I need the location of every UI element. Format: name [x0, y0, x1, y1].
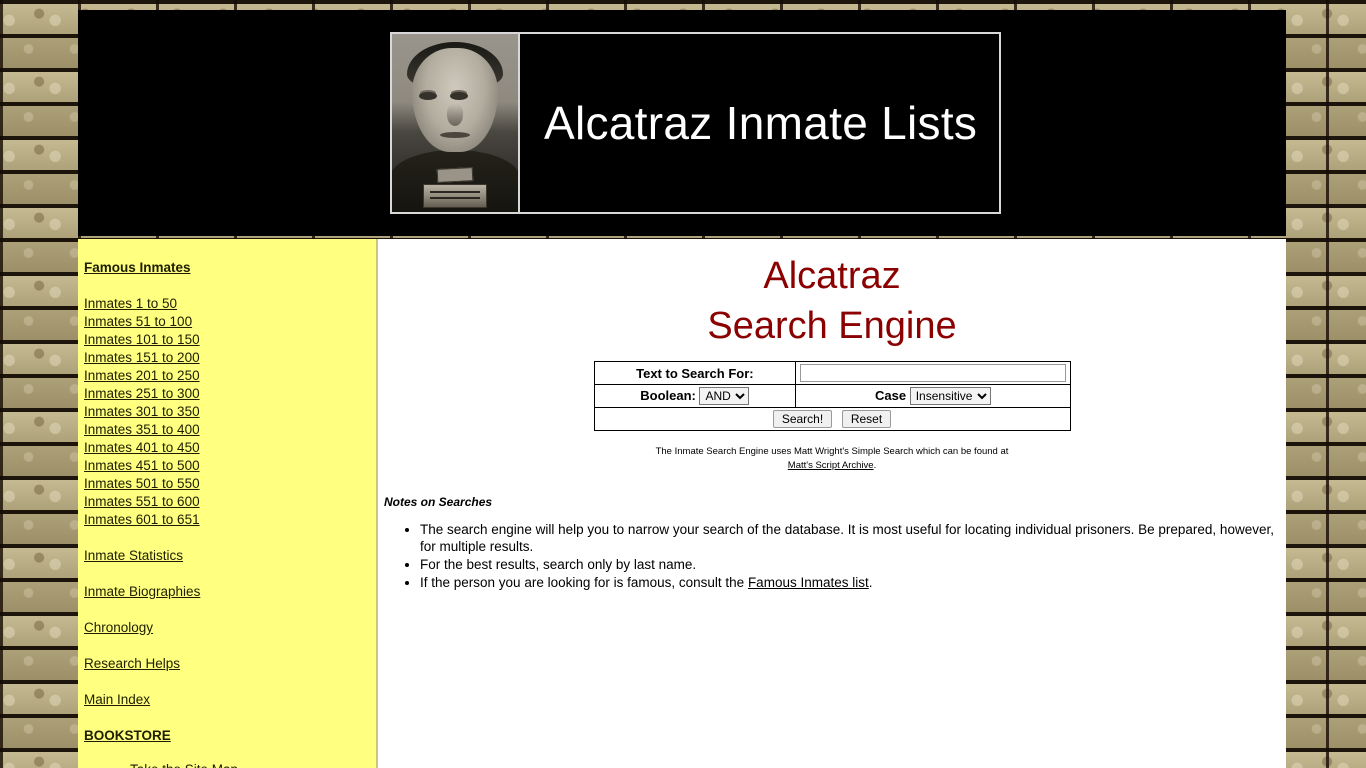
- boolean-cell: Boolean: AND OR: [593, 384, 797, 408]
- note-3-suffix: .: [868, 575, 873, 590]
- sidebar-item-chronology[interactable]: Chronology: [84, 619, 376, 637]
- sidebar-item-inmates-551-600[interactable]: Inmates 551 to 600: [84, 493, 376, 511]
- sidebar-item-research-helps[interactable]: Research Helps: [84, 655, 376, 673]
- boolean-label: Boolean:: [640, 388, 696, 403]
- sidebar-item-inmates-351-400[interactable]: Inmates 351 to 400: [84, 421, 376, 439]
- search-text-row: Text to Search For:: [593, 361, 1071, 385]
- sidebar-item-inmates-401-450[interactable]: Inmates 401 to 450: [84, 439, 376, 457]
- sidebar-item-inmates-151-200[interactable]: Inmates 151 to 200: [84, 349, 376, 367]
- notes-list: The search engine will help you to narro…: [378, 521, 1286, 591]
- page-title-line1: Alcatraz: [763, 255, 901, 297]
- search-text-label: Text to Search For:: [593, 361, 797, 385]
- sidebar: Famous Inmates Inmates 1 to 50 Inmates 5…: [78, 239, 378, 768]
- mugshot-name-plate: [423, 184, 487, 208]
- sidebar-item-main-index[interactable]: Main Index: [84, 691, 376, 709]
- case-select[interactable]: Insensitive Sensitive: [909, 387, 991, 405]
- notes-heading: Notes on Searches: [384, 495, 493, 509]
- credit-text: The Inmate Search Engine uses Matt Wrigh…: [655, 446, 1009, 457]
- mugshot-nose: [447, 104, 463, 126]
- search-input[interactable]: [800, 364, 1066, 382]
- sidebar-item-inmates-301-350[interactable]: Inmates 301 to 350: [84, 403, 376, 421]
- case-cell: Case Insensitive Sensitive: [795, 384, 1071, 408]
- search-buttons-row: Search! Reset: [593, 407, 1071, 431]
- sidebar-item-inmates-501-550[interactable]: Inmates 501 to 550: [84, 475, 376, 493]
- sidebar-item-inmates-201-250[interactable]: Inmates 201 to 250: [84, 367, 376, 385]
- page-title-line2: Search Engine: [707, 305, 957, 347]
- search-form-wrapper: Text to Search For: Boolean: AND OR: [378, 361, 1286, 431]
- sidebar-item-inmates-251-300[interactable]: Inmates 251 to 300: [84, 385, 376, 403]
- list-item: The search engine will help you to narro…: [420, 521, 1286, 555]
- search-form: Text to Search For: Boolean: AND OR: [593, 361, 1071, 431]
- buttons-cell: Search! Reset: [593, 407, 1071, 431]
- sidebar-item-inmates-601-651[interactable]: Inmates 601 to 651: [84, 511, 376, 529]
- sidebar-item-famous-inmates[interactable]: Famous Inmates: [84, 259, 376, 277]
- page-body: Famous Inmates Inmates 1 to 50 Inmates 5…: [78, 239, 1286, 768]
- page-title: Alcatraz Search Engine: [378, 251, 1286, 351]
- search-button[interactable]: Search!: [772, 410, 833, 428]
- list-item[interactable]: Take the Site Map: [130, 761, 376, 768]
- mugshot-mouth: [440, 132, 470, 138]
- boolean-select[interactable]: AND OR: [699, 387, 750, 405]
- banner-title: Alcatraz Inmate Lists: [544, 97, 978, 149]
- sidebar-item-inmates-1-50[interactable]: Inmates 1 to 50: [84, 295, 376, 313]
- matts-script-archive-link[interactable]: Matt's Script Archive: [788, 460, 874, 471]
- sidebar-item-inmate-biographies[interactable]: Inmate Biographies: [84, 583, 376, 601]
- case-label: Case: [875, 388, 907, 403]
- search-text-cell: [795, 361, 1071, 385]
- famous-inmates-list-link[interactable]: Famous Inmates list: [748, 575, 869, 590]
- sidebar-item-inmates-51-100[interactable]: Inmates 51 to 100: [84, 313, 376, 331]
- list-item: If the person you are looking for is fam…: [420, 574, 1286, 591]
- site-banner: Alcatraz Inmate Lists: [78, 10, 1286, 236]
- sidebar-item-inmates-101-150[interactable]: Inmates 101 to 150: [84, 331, 376, 349]
- credit-note: The Inmate Search Engine uses Matt Wrigh…: [378, 445, 1286, 473]
- list-item: For the best results, search only by las…: [420, 556, 1286, 573]
- main-content: Alcatraz Search Engine Text to Search Fo…: [378, 239, 1286, 768]
- mugshot-number-tag: [436, 167, 474, 183]
- mugshot-eye-left: [419, 92, 437, 100]
- sidebar-item-bookstore[interactable]: BOOKSTORE: [84, 727, 376, 745]
- mugshot-eye-right: [450, 92, 468, 100]
- sidebar-item-site-map[interactable]: Take the Site Map: [130, 761, 376, 768]
- mugshot-image: [392, 34, 520, 212]
- sidebar-item-inmate-statistics[interactable]: Inmate Statistics: [84, 547, 376, 565]
- banner-frame: Alcatraz Inmate Lists: [390, 32, 1002, 214]
- reset-button[interactable]: Reset: [841, 410, 892, 428]
- sidebar-item-inmates-451-500[interactable]: Inmates 451 to 500: [84, 457, 376, 475]
- sidebar-inmate-range-group: Inmates 1 to 50 Inmates 51 to 100 Inmate…: [84, 295, 376, 529]
- sidebar-sublist: Take the Site Map: [84, 761, 376, 768]
- credit-period: .: [873, 460, 877, 471]
- note-3-prefix: If the person you are looking for is fam…: [420, 575, 748, 590]
- search-options-row: Boolean: AND OR Case Insensitive Sensiti…: [593, 384, 1071, 408]
